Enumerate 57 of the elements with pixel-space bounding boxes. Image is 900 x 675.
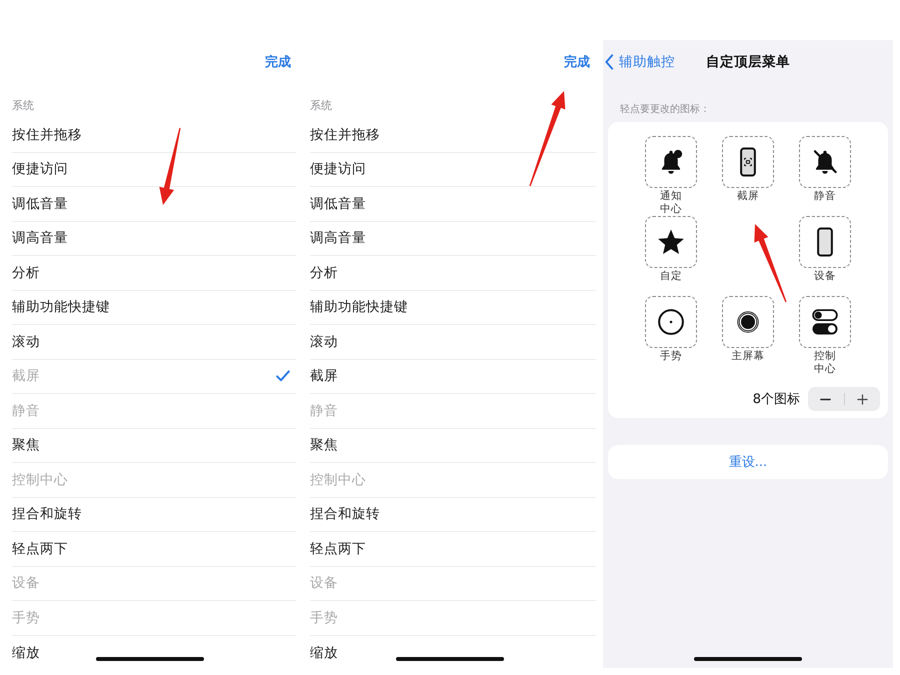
icon-slot[interactable]	[799, 216, 851, 268]
icon-slot[interactable]	[722, 136, 774, 188]
back-button[interactable]: 辅助触控	[603, 53, 675, 71]
menu-item[interactable]: 调低音量	[310, 187, 596, 222]
menu-item: 静音	[310, 394, 596, 428]
done-button[interactable]: 完成	[564, 53, 590, 71]
circle-dot-icon	[656, 307, 686, 337]
menu-item: 控制中心	[310, 463, 596, 498]
icon-slot[interactable]	[645, 296, 697, 348]
menu-item[interactable]: 轻点两下	[310, 532, 596, 566]
icon-label: 手势	[660, 350, 682, 363]
menu-item: 手势	[12, 601, 296, 636]
menu-item: 静音	[12, 394, 296, 428]
menu-item[interactable]: 聚焦	[310, 428, 596, 463]
toggle-switches-icon	[810, 307, 840, 337]
menu-item: 设备	[310, 566, 596, 601]
star-icon	[656, 227, 686, 257]
menu-item: 手势	[310, 601, 596, 636]
menu-item[interactable]: 分析	[12, 256, 296, 290]
icon-label: 主屏幕	[732, 350, 764, 363]
menu-item[interactable]: 聚焦	[12, 428, 296, 463]
icon-label: 通知中心	[659, 190, 683, 216]
icon-label: 自定	[660, 270, 682, 283]
icon-count: 8个图标	[752, 391, 800, 408]
menu-item[interactable]: 滚动	[12, 325, 296, 360]
menu-item[interactable]: 分析	[310, 256, 596, 290]
menu-item[interactable]: 缩放	[310, 636, 596, 670]
menu-item[interactable]: 轻点两下	[12, 532, 296, 566]
menu-item[interactable]: 调高音量	[12, 222, 296, 256]
plus-icon	[856, 394, 868, 404]
menu-item[interactable]: 截屏	[310, 360, 596, 394]
menu-item[interactable]: 捏合和旋转	[12, 498, 296, 532]
icon-label: 控制中心	[813, 350, 837, 376]
menu-item[interactable]: 缩放	[12, 636, 296, 670]
chevron-left-icon	[604, 54, 614, 70]
section-header: 系统	[310, 99, 332, 112]
done-button[interactable]: 完成	[265, 53, 291, 71]
menu-item: 控制中心	[12, 463, 296, 498]
icon-slot[interactable]	[645, 136, 697, 188]
section-hint: 轻点要更改的图标：	[620, 104, 710, 115]
icon-label: 静音	[814, 190, 836, 203]
page-title: 自定顶层菜单	[706, 53, 790, 71]
menu-item[interactable]: 捏合和旋转	[310, 498, 596, 532]
reset-button[interactable]: 重设...	[608, 445, 888, 479]
menu-item[interactable]: 滚动	[310, 325, 596, 360]
menu-item: 设备	[12, 566, 296, 601]
menu-item: 截屏	[12, 360, 296, 394]
icon-label: 截屏	[737, 190, 759, 203]
icon-slot[interactable]	[722, 296, 774, 348]
icon-slot[interactable]	[645, 216, 697, 268]
icon-slot[interactable]	[799, 136, 851, 188]
menu-item[interactable]: 调高音量	[310, 222, 596, 256]
icon-label: 设备	[814, 270, 836, 283]
icon-slot[interactable]	[799, 296, 851, 348]
menu-item[interactable]: 辅助功能快捷键	[310, 290, 596, 325]
menu-item[interactable]: 辅助功能快捷键	[12, 290, 296, 325]
section-header: 系统	[12, 99, 34, 112]
